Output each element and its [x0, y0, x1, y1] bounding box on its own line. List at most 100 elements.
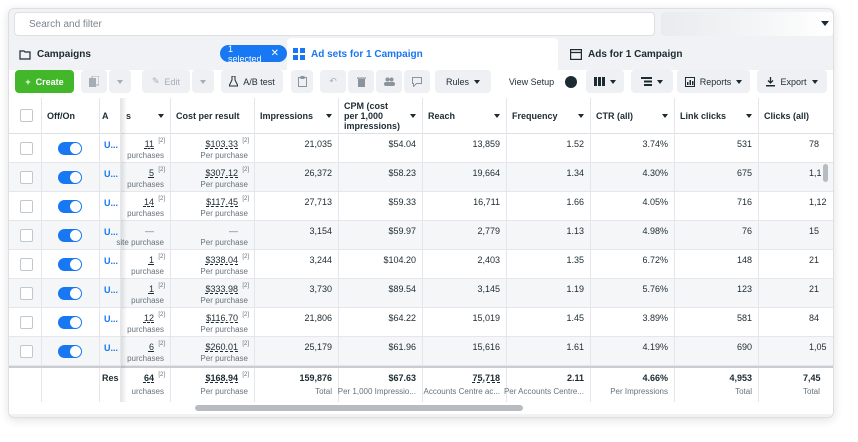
reports-button[interactable]: Reports: [677, 70, 750, 93]
cost-value: $260.01: [205, 342, 238, 352]
delivery-toggle[interactable]: [58, 316, 82, 329]
row-toggle-cell: [42, 221, 100, 250]
impressions-value: 3,244: [309, 255, 332, 265]
cpm-cell: $61.96: [339, 337, 423, 366]
tab-ads[interactable]: Ads for 1 Campaign: [564, 38, 833, 70]
columns-button[interactable]: [586, 70, 624, 93]
total-impressions-value: 159,876: [299, 373, 332, 383]
impressions-cell: 3,244: [255, 250, 339, 279]
undo-button[interactable]: ↶: [320, 70, 346, 93]
duplicate-icon: [89, 76, 99, 87]
edit-dropdown[interactable]: [192, 70, 214, 93]
col-name[interactable]: A: [100, 98, 121, 134]
row-select-cell: [9, 250, 42, 279]
results-value: 12: [143, 313, 154, 323]
table-row[interactable]: U... 14 [2] purchases $117.45 [2] Per purchase…: [9, 192, 833, 221]
vertical-scrollbar[interactable]: [823, 164, 828, 182]
col-cost-per-result[interactable]: Cost per result: [171, 98, 255, 134]
view-setup-toggle[interactable]: View Setup: [502, 70, 584, 93]
duplicate-button[interactable]: [81, 70, 107, 93]
row-select-cell: [9, 308, 42, 337]
col-frequency[interactable]: Frequency: [507, 98, 591, 134]
adset-name-link[interactable]: U...: [104, 198, 118, 208]
adset-name-link[interactable]: U...: [104, 140, 118, 150]
footnote: [2]: [158, 283, 165, 289]
adset-name-link[interactable]: U...: [104, 343, 118, 353]
col-ctr[interactable]: CTR (all): [591, 98, 675, 134]
results-value: 6: [148, 342, 154, 352]
rules-label: Rules: [445, 76, 469, 87]
ctr-cell: 4.05%: [591, 192, 675, 221]
total-results-sub: urchases: [131, 387, 164, 396]
table-row[interactable]: U... 1 [2] purchase $338.04 [2] Per purchase 3,…: [9, 250, 833, 279]
clipboard-button[interactable]: [291, 70, 313, 93]
delivery-toggle[interactable]: [58, 258, 82, 271]
cost-value: —: [229, 226, 238, 236]
select-all-checkbox[interactable]: [20, 109, 33, 122]
delivery-toggle[interactable]: [58, 287, 82, 300]
delivery-toggle[interactable]: [58, 171, 82, 184]
table-row[interactable]: U... 11 [2] purchases $103.33 [2] Per purchase…: [9, 134, 833, 163]
row-checkbox[interactable]: [20, 200, 33, 213]
delivery-toggle[interactable]: [58, 345, 82, 358]
link-clicks-value: 581: [736, 313, 752, 323]
row-checkbox[interactable]: [20, 287, 33, 300]
frequency-cell: 1.66: [507, 192, 591, 221]
table-row[interactable]: U... 1 [2] purchase $333.98 [2] Per purchase 3,…: [9, 279, 833, 308]
search-input[interactable]: Search and filter: [14, 12, 655, 36]
create-button[interactable]: + Create: [15, 70, 74, 93]
search-dropdown[interactable]: [661, 12, 833, 36]
row-checkbox[interactable]: [20, 142, 33, 155]
adset-name-link[interactable]: U...: [104, 169, 118, 179]
link-clicks-cell: 531: [675, 134, 759, 163]
adset-name-link[interactable]: U...: [104, 285, 118, 295]
horizontal-scrollbar[interactable]: [9, 402, 833, 414]
delivery-toggle[interactable]: [58, 142, 82, 155]
horizontal-scroll-thumb[interactable]: [195, 405, 523, 411]
row-checkbox[interactable]: [20, 258, 33, 271]
col-clicks-all[interactable]: Clicks (all): [759, 98, 833, 134]
impressions-cell: 3,154: [255, 221, 339, 250]
col-cpm[interactable]: CPM (cost per 1,000 impressions): [339, 98, 423, 134]
adset-name-link[interactable]: U...: [104, 314, 118, 324]
col-results[interactable]: s: [121, 98, 171, 134]
tab-adsets[interactable]: Ad sets for 1 Campaign: [287, 38, 558, 70]
col-offon[interactable]: Off/On: [42, 98, 100, 134]
export-label: Export: [780, 76, 807, 87]
delivery-toggle[interactable]: [58, 200, 82, 213]
adset-name-link[interactable]: U...: [104, 256, 118, 266]
col-link-clicks[interactable]: Link clicks: [675, 98, 759, 134]
col-impressions[interactable]: Impressions: [255, 98, 339, 134]
tab-campaigns[interactable]: Campaigns 1 selected ✕: [19, 38, 287, 70]
rules-button[interactable]: Rules: [435, 70, 491, 93]
edit-label: Edit: [164, 76, 181, 87]
duplicate-dropdown[interactable]: [109, 70, 131, 93]
row-checkbox[interactable]: [20, 345, 33, 358]
ab-test-button[interactable]: A/B test: [221, 70, 283, 93]
row-checkbox[interactable]: [20, 229, 33, 242]
comment-button[interactable]: [404, 70, 430, 93]
close-icon[interactable]: ✕: [271, 48, 279, 59]
selected-count-pill[interactable]: 1 selected ✕: [220, 44, 287, 64]
row-checkbox[interactable]: [20, 171, 33, 184]
table-row[interactable]: U... 12 [2] purchases $116.70 [2] Per purchase…: [9, 308, 833, 337]
adset-name-link[interactable]: U...: [104, 227, 118, 237]
total-cpm: $67.63 Per 1,000 Impressio...: [338, 368, 423, 404]
table-row[interactable]: U... 6 [2] purchases $260.01 [2] Per purchase 2…: [9, 337, 833, 366]
delivery-toggle[interactable]: [58, 229, 82, 242]
ctr-value: 5.76%: [642, 284, 668, 294]
tab-adsets-label: Ad sets for 1 Campaign: [311, 48, 423, 60]
results-sub: purchases: [127, 209, 164, 218]
col-reach[interactable]: Reach: [423, 98, 507, 134]
row-checkbox[interactable]: [20, 316, 33, 329]
results-cell: 11 [2] purchases: [121, 134, 171, 163]
table-row[interactable]: U... 5 [2] purchases $307.12 [2] Per purchase 2…: [9, 163, 833, 192]
audience-button[interactable]: [376, 70, 402, 93]
table-row[interactable]: U... — site purchase — Per purchase 3,154 $59.…: [9, 221, 833, 250]
export-button[interactable]: Export: [757, 70, 827, 93]
delete-button[interactable]: [348, 70, 374, 93]
edit-button[interactable]: ✎ Edit: [142, 70, 190, 93]
row-toggle-cell: [42, 308, 100, 337]
toolbar: + Create ✎ Edit A/B test ↶ Rules View Se…: [9, 70, 833, 98]
breakdown-button[interactable]: [631, 70, 673, 93]
